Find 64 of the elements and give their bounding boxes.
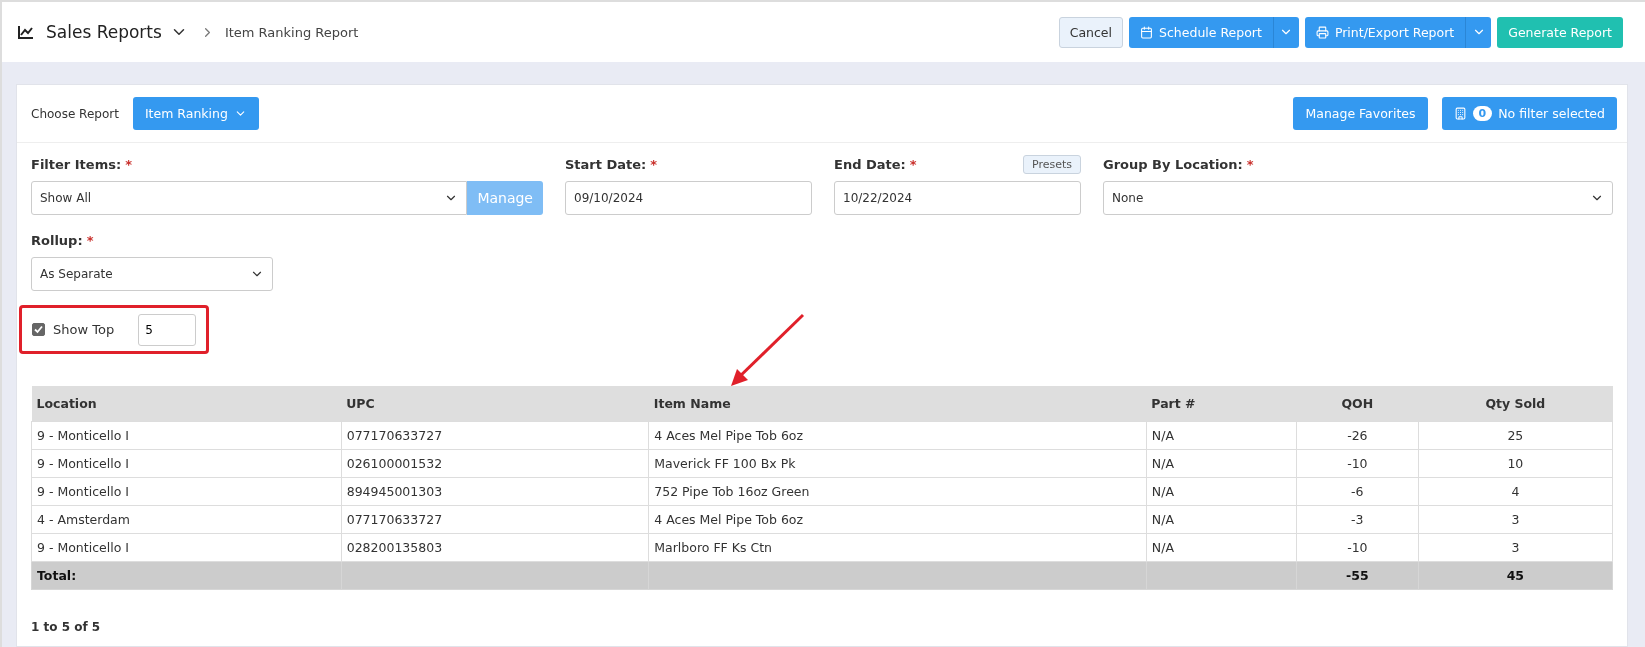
table-cell: 4 Aces Mel Pipe Tob 6oz <box>648 421 1147 449</box>
column-header[interactable]: UPC <box>341 386 649 421</box>
number-field[interactable]: 5 <box>138 313 197 346</box>
calendar-icon <box>1140 25 1154 39</box>
field-label: Rollup: * <box>31 232 94 248</box>
field-label: Start Date: * <box>565 156 658 172</box>
line-chart-icon <box>18 25 34 39</box>
field-label: Filter Items: * <box>31 156 132 172</box>
date-field[interactable]: 10/22/2024 <box>834 181 1081 215</box>
header-button[interactable]: Cancel <box>1058 16 1124 48</box>
field-label: End Date: * <box>834 156 917 172</box>
table-cell: 026100001532 <box>341 449 649 477</box>
table-cell: Marlboro FF Ks Ctn <box>648 533 1147 561</box>
table-cell: -10 <box>1296 449 1419 477</box>
column-header[interactable]: QOH <box>1296 386 1419 421</box>
column-header[interactable]: Location <box>31 386 342 421</box>
table-cell: 752 Pipe Tob 16oz Green <box>648 477 1147 505</box>
table-cell: 4 Aces Mel Pipe Tob 6oz <box>648 505 1147 533</box>
select-field[interactable]: As Separate <box>31 257 273 291</box>
presets-button[interactable]: Presets <box>1022 154 1081 174</box>
total-cell: 45 <box>1418 561 1613 589</box>
page-title: Sales Reports <box>46 22 162 42</box>
table-cell: 4 <box>1418 477 1613 505</box>
show-top-label: Show Top <box>53 322 115 337</box>
field-label: Group By Location: * <box>1103 156 1254 172</box>
pagination-text: 1 to 5 of 5 <box>31 619 101 634</box>
table-cell: Maverick FF 100 Bx Pk <box>648 449 1147 477</box>
table-cell: N/A <box>1146 421 1297 449</box>
table-cell: 25 <box>1418 421 1613 449</box>
select-field[interactable]: Show All <box>31 181 468 215</box>
table-cell: 028200135803 <box>341 533 649 561</box>
table-cell: N/A <box>1146 505 1297 533</box>
table-cell: -6 <box>1296 477 1419 505</box>
column-header[interactable]: Item Name <box>648 386 1147 421</box>
table-cell: -10 <box>1296 533 1419 561</box>
table-cell: N/A <box>1146 533 1297 561</box>
table-cell: 9 - Monticello I <box>31 477 342 505</box>
select-field[interactable]: None <box>1103 181 1613 215</box>
total-cell: Total: <box>31 561 342 589</box>
table-cell: N/A <box>1146 449 1297 477</box>
printer-icon <box>1315 25 1329 39</box>
table-cell: 3 <box>1418 533 1613 561</box>
column-header[interactable]: Part # <box>1146 386 1297 421</box>
table-cell: -26 <box>1296 421 1419 449</box>
table-cell: 10 <box>1418 449 1613 477</box>
table-cell: N/A <box>1146 477 1297 505</box>
table-cell: 9 - Monticello I <box>31 449 342 477</box>
checkbox[interactable] <box>32 323 45 336</box>
table-cell: 077170633727 <box>341 421 649 449</box>
date-field[interactable]: 09/10/2024 <box>565 181 812 215</box>
table-cell: 9 - Monticello I <box>31 533 342 561</box>
column-header[interactable]: Qty Sold <box>1418 386 1613 421</box>
table-cell: 3 <box>1418 505 1613 533</box>
dropdown-caret[interactable] <box>1272 16 1299 48</box>
total-cell: -55 <box>1296 561 1419 589</box>
breadcrumb: Item Ranking Report <box>224 24 359 40</box>
dropdown-caret[interactable] <box>1465 16 1492 48</box>
building-icon <box>1453 107 1467 120</box>
table-cell: 077170633727 <box>341 505 649 533</box>
table-cell: 894945001303 <box>341 477 649 505</box>
table-cell: 9 - Monticello I <box>31 421 342 449</box>
table-cell: 4 - Amsterdam <box>31 505 342 533</box>
table-cell: -3 <box>1296 505 1419 533</box>
choose-report-label: Choose Report <box>31 106 119 121</box>
